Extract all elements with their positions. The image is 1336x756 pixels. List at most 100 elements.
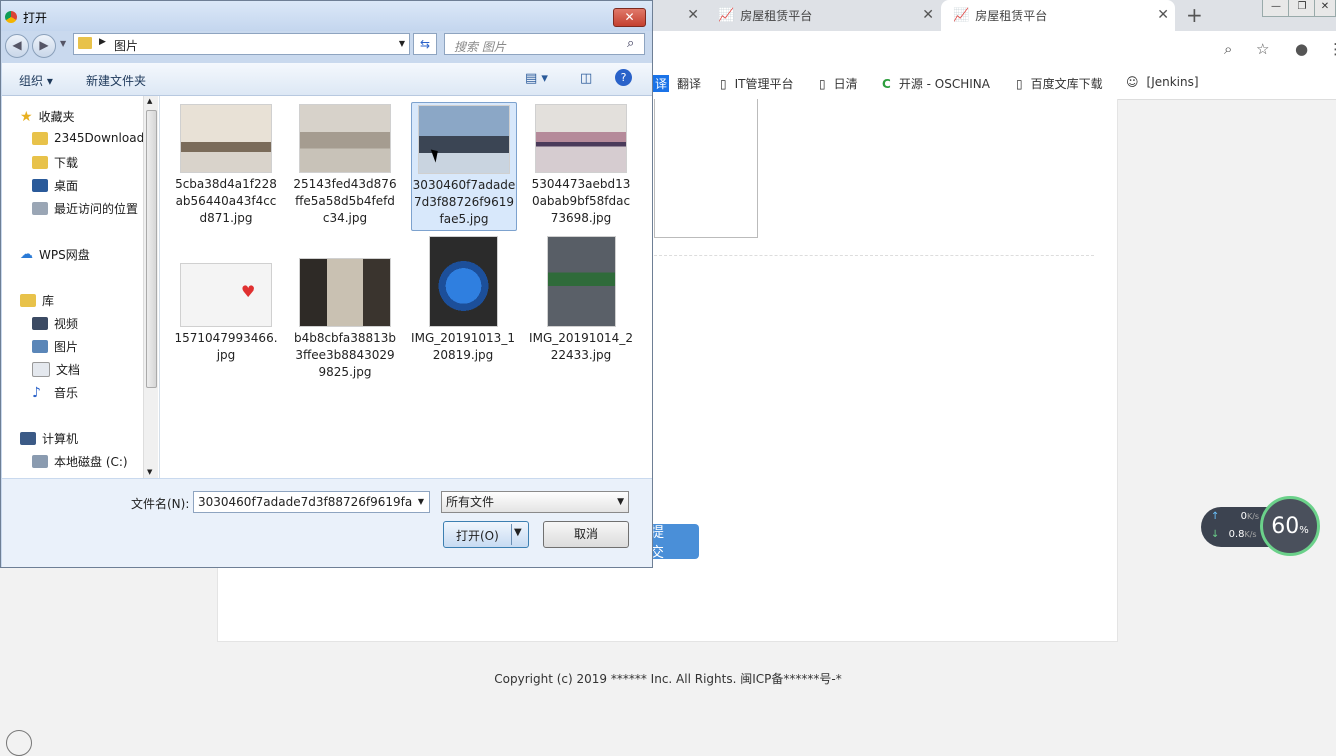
bookmark-oschina[interactable]: C 开源 - OSCHINA [882, 75, 990, 92]
nav-label: 图片 [54, 340, 79, 354]
scroll-up-icon[interactable]: ▲ [147, 97, 152, 105]
library-icon [20, 294, 36, 307]
dialog-title: 打开 [23, 11, 48, 25]
new-folder-button[interactable]: 新建文件夹 [86, 72, 146, 89]
filetype-value: 所有文件 [446, 495, 495, 509]
minimize-icon[interactable]: — [1262, 0, 1290, 17]
file-item[interactable]: ♥ 1571047993466.jpg [174, 263, 278, 364]
image-thumbnail [428, 236, 498, 327]
open-button[interactable]: 打开(O) ▼ [443, 521, 529, 548]
nav-label: 2345Downloads [54, 131, 151, 145]
close-icon[interactable]: ✕ [1157, 7, 1169, 23]
heart-icon: ♥ [241, 282, 256, 301]
refresh-icon[interactable]: ⇆ [413, 33, 437, 55]
nav-item-local-disk-c[interactable]: 本地磁盘 (C:) [32, 453, 128, 470]
nav-item-pictures[interactable]: 图片 [32, 338, 78, 355]
back-icon[interactable]: ◀ [5, 34, 29, 58]
search-icon[interactable]: ⌕ [627, 36, 634, 51]
help-icon[interactable]: ? [615, 69, 632, 86]
file-item-selected[interactable]: 3030460f7adade7d3f88726f9619fae5.jpg [411, 102, 517, 231]
chevron-down-icon[interactable]: ▼ [399, 39, 405, 48]
new-tab-button[interactable]: + [1186, 3, 1203, 27]
download-speed: ↓ 0.8K/s [1211, 529, 1257, 540]
scroll-down-icon[interactable]: ▼ [147, 468, 152, 476]
nav-wps-cloud[interactable]: ☁ WPS网盘 [20, 246, 90, 263]
search-input[interactable]: 搜索 图片 ⌕ [444, 33, 645, 55]
chrome-icon [5, 11, 17, 23]
file-item[interactable]: IMG_20191014_222433.jpg [529, 236, 633, 364]
profile-icon[interactable]: ● [1295, 40, 1308, 58]
upload-speed: ↑ 0K/s [1211, 511, 1259, 522]
download-folder-icon [32, 156, 48, 169]
preview-pane-icon[interactable]: ◫ [580, 71, 592, 86]
dialog-close-button[interactable]: ✕ [613, 8, 646, 27]
nav-computer[interactable]: 计算机 [20, 430, 78, 447]
nav-item-recent[interactable]: 最近访问的位置 [32, 200, 138, 217]
nav-item-music[interactable]: ♪ 音乐 [32, 384, 78, 401]
nav-item-videos[interactable]: 视频 [32, 315, 78, 332]
window-close-icon[interactable]: ✕ [1314, 0, 1336, 17]
filename-input[interactable]: 3030460f7adade7d3f88726f9619fae5 ▼ [193, 491, 430, 513]
view-icon[interactable]: ▤ ▾ [525, 71, 548, 86]
tab-rental-2-active[interactable]: 📈 房屋租赁平台 ✕ [941, 0, 1175, 31]
file-name: IMG_20191014_222433.jpg [529, 331, 633, 362]
breadcrumb[interactable]: ▶ 图片 ▼ [73, 33, 410, 55]
image-thumbnail [418, 105, 510, 174]
bookmark-riqing[interactable]: ▯ 日清 [819, 75, 858, 92]
filetype-select[interactable]: 所有文件 ▼ [441, 491, 629, 513]
file-name: 5cba38d4a1f228ab56440a43f4ccd871.jpg [175, 177, 277, 225]
file-name: 1571047993466.jpg [174, 331, 278, 362]
image-thumbnail [299, 258, 391, 327]
nav-library[interactable]: 库 [20, 292, 54, 309]
video-icon [32, 317, 48, 330]
file-item[interactable]: 25143fed43d876ffe5a58d5b4fefdc34.jpg [293, 104, 397, 227]
folder-icon [78, 37, 92, 49]
taskbar-start-icon[interactable] [6, 730, 32, 756]
nav-item-desktop[interactable]: 桌面 [32, 177, 78, 194]
page-icon: ▯ [1016, 76, 1023, 91]
chevron-right-icon: ▶ [99, 37, 106, 47]
chevron-down-icon[interactable]: ▼ [413, 492, 429, 512]
bookmark-it-platform[interactable]: ▯ IT管理平台 [720, 75, 793, 92]
scrollbar-thumb[interactable] [146, 110, 157, 388]
image-thumbnail [299, 104, 391, 173]
nav-label: 计算机 [42, 432, 79, 446]
file-item[interactable]: 5cba38d4a1f228ab56440a43f4ccd871.jpg [174, 104, 278, 227]
description-textarea[interactable] [654, 99, 758, 238]
bookmark-translate[interactable]: 译 翻译 [653, 75, 701, 92]
file-item[interactable]: b4b8cbfa38813b3ffee3b88430299825.jpg [293, 258, 397, 381]
open-dropdown-icon[interactable]: ▼ [514, 527, 522, 538]
menu-icon[interactable]: ⋮ [1328, 40, 1336, 58]
search-placeholder: 搜索 图片 [454, 40, 506, 54]
cancel-button[interactable]: 取消 [543, 521, 629, 548]
dialog-title-bar[interactable]: 打开 ✕ [1, 1, 652, 31]
nav-item-documents[interactable]: 文档 [32, 361, 80, 378]
file-item[interactable]: IMG_20191013_120819.jpg [411, 236, 515, 364]
close-icon[interactable]: ✕ [687, 7, 699, 23]
restore-icon[interactable]: ❐ [1288, 0, 1316, 17]
nav-favorites[interactable]: ★ 收藏夹 [20, 108, 75, 125]
tab-partial[interactable]: ✕ [655, 0, 705, 31]
file-name: IMG_20191013_120819.jpg [411, 331, 515, 362]
tab-rental-1[interactable]: 📈 房屋租赁平台 ✕ [706, 0, 940, 31]
navigation-pane: ★ 收藏夹 2345Downloads 下载 桌面 最近访问的位置 ☁ WPS网… [2, 96, 160, 478]
bookmark-baidu-wenku[interactable]: ▯ 百度文库下载 [1016, 75, 1103, 92]
jenkins-icon: ☺ [1126, 75, 1139, 89]
forward-icon[interactable]: ▶ [32, 34, 56, 58]
nav-item-2345downloads[interactable]: 2345Downloads [32, 131, 150, 145]
zoom-icon[interactable]: ⌕ [1224, 40, 1232, 58]
breadcrumb-pictures[interactable]: 图片 [114, 37, 138, 54]
nav-scrollbar[interactable]: ▲ ▼ [143, 96, 158, 478]
nav-item-downloads[interactable]: 下载 [32, 154, 78, 171]
file-name: 25143fed43d876ffe5a58d5b4fefdc34.jpg [293, 177, 397, 225]
close-icon[interactable]: ✕ [922, 7, 934, 23]
organize-menu[interactable]: 组织 ▾ [19, 72, 53, 89]
memory-gauge[interactable]: 60% [1260, 496, 1320, 556]
star-icon[interactable]: ☆ [1256, 40, 1269, 58]
bookmark-jenkins[interactable]: ☺ [Jenkins] [1126, 75, 1199, 89]
file-name: 3030460f7adade7d3f88726f9619fae5.jpg [412, 178, 516, 226]
submit-button[interactable]: 提 交 [650, 524, 699, 561]
bookmark-label: IT管理平台 [734, 77, 794, 91]
file-item[interactable]: 5304473aebd130abab9bf58fdac73698.jpg [529, 104, 633, 227]
history-dropdown-icon[interactable]: ▼ [60, 39, 66, 48]
